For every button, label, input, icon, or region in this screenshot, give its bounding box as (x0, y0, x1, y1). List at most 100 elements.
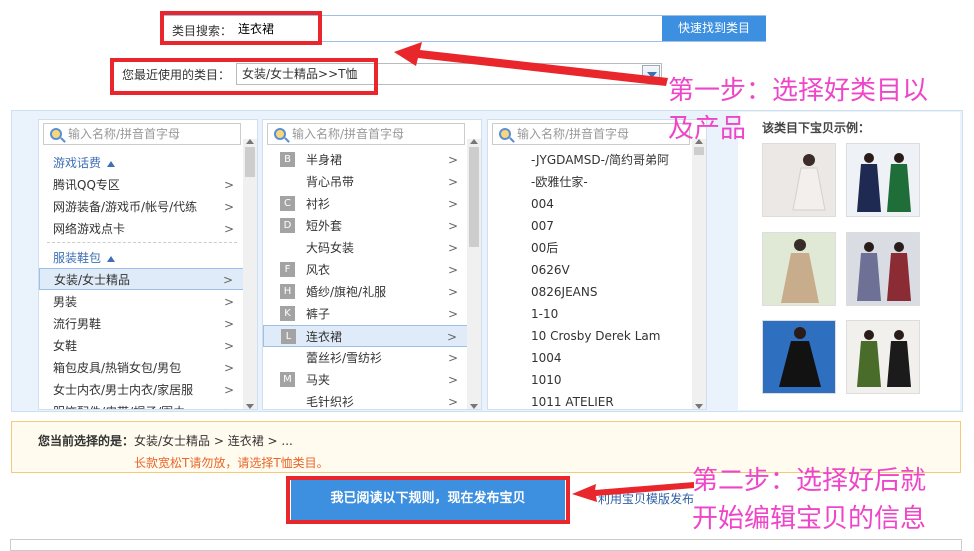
dress-figure-icon (763, 144, 835, 216)
chevron-right-icon: > (447, 373, 458, 387)
selection-warning: 长款宽松T请勿放，请选择T恤类目。 (134, 456, 329, 470)
scrollbar[interactable] (467, 139, 481, 409)
search-icon (274, 128, 286, 140)
example-thumbnail[interactable] (762, 143, 836, 217)
chevron-right-icon: > (223, 339, 234, 353)
list-item[interactable]: M 马夹 > (263, 369, 468, 391)
scroll-down-icon[interactable] (695, 404, 703, 409)
list-item[interactable]: -JYGDAMSD-/简约哥弟阿 (488, 149, 693, 171)
dress-figure-icon (847, 321, 919, 393)
list-item[interactable]: 1004 (488, 347, 693, 369)
list-item[interactable]: C 衬衫 > (263, 193, 468, 215)
chevron-right-icon: > (447, 153, 458, 167)
list-item[interactable]: H 婚纱/旗袍/礼服 > (263, 281, 468, 303)
category-column-1: 输入名称/拼音首字母 游戏话费 腾讯QQ专区 > 网游装备/游戏币/帐号/代练 > … (38, 119, 258, 410)
list-item[interactable]: 大码女装 > (263, 237, 468, 259)
example-thumbnail[interactable] (846, 320, 920, 394)
list-item[interactable]: 网络游戏点卡 > (39, 218, 244, 240)
list-item[interactable]: 男装 > (39, 291, 244, 313)
letter-badge: C (280, 196, 295, 211)
chevron-right-icon: > (447, 219, 458, 233)
letter-badge: F (280, 262, 295, 277)
group-header-apparel[interactable]: 服装鞋包 (53, 247, 116, 269)
scroll-up-icon[interactable] (246, 139, 254, 144)
letter-badge: L (281, 329, 296, 344)
list-item[interactable]: 0626V (488, 259, 693, 281)
list-item[interactable]: 女鞋 > (39, 335, 244, 357)
list-item[interactable]: 1-10 (488, 303, 693, 325)
scrollbar[interactable] (692, 139, 706, 409)
example-thumbnail[interactable] (762, 320, 836, 394)
list-item[interactable]: F 风衣 > (263, 259, 468, 281)
example-thumbnail[interactable] (762, 232, 836, 306)
chevron-right-icon: > (447, 241, 458, 255)
list-item[interactable]: 00后 (488, 237, 693, 259)
group-header-games[interactable]: 游戏话费 (53, 152, 116, 174)
list-item[interactable]: B 半身裙 > (263, 149, 468, 171)
dress-figure-icon (763, 233, 835, 305)
highlight-box-publish (286, 476, 570, 524)
scroll-down-icon[interactable] (246, 404, 254, 409)
list-item[interactable]: 毛针织衫 > (263, 391, 468, 409)
quick-find-category-button[interactable]: 快速找到类目 (662, 16, 766, 41)
highlight-box-search (160, 11, 322, 45)
scrollbar[interactable] (243, 139, 257, 409)
list-item-selected[interactable]: 女装/女士精品 > (39, 268, 244, 290)
scroll-down-icon[interactable] (470, 404, 478, 409)
letter-badge: D (280, 218, 295, 233)
collapse-icon (107, 255, 116, 262)
list-item-selected[interactable]: L 连衣裙 > (263, 325, 468, 347)
list-item[interactable]: K 裤子 > (263, 303, 468, 325)
letter-badge: K (280, 306, 295, 321)
scroll-thumb[interactable] (694, 147, 704, 155)
list-item[interactable]: 1010 (488, 369, 693, 391)
list-item[interactable]: 流行男鞋 > (39, 313, 244, 335)
list-item[interactable]: 10 Crosby Derek Lam (488, 325, 693, 347)
chevron-right-icon: > (223, 200, 234, 214)
highlight-box-recent (110, 58, 378, 95)
chevron-right-icon: > (222, 273, 233, 287)
scroll-thumb[interactable] (245, 147, 255, 177)
category-column-2: 输入名称/拼音首字母 B 半身裙 > 背心吊带 > C 衬衫 > D 短外套 > 大码女装 > … (262, 119, 482, 410)
list-item[interactable]: 蕾丝衫/雪纺衫 > (263, 347, 468, 369)
example-thumbnail[interactable] (846, 143, 920, 217)
scroll-up-icon[interactable] (470, 139, 478, 144)
annotation-step-2: 第二步：选择好后就 开始编辑宝贝的信息 (692, 466, 927, 534)
list-item[interactable]: 腾讯QQ专区 > (39, 174, 244, 196)
dress-figure-icon (763, 321, 835, 393)
chevron-right-icon: > (223, 295, 234, 309)
list-item[interactable]: 004 (488, 193, 693, 215)
chevron-right-icon: > (223, 222, 234, 236)
list-item[interactable]: 0826JEANS (488, 281, 693, 303)
chevron-right-icon: > (447, 175, 458, 189)
list-item[interactable]: -欧雅仕家- (488, 171, 693, 193)
scroll-thumb[interactable] (469, 147, 479, 247)
chevron-right-icon: > (447, 285, 458, 299)
example-thumbnail[interactable] (846, 232, 920, 306)
chevron-right-icon: > (223, 178, 234, 192)
list-item[interactable]: D 短外套 > (263, 215, 468, 237)
divider (47, 242, 237, 243)
list-item[interactable]: 1011 ATELIER (488, 391, 693, 409)
chevron-right-icon: > (223, 383, 234, 397)
chevron-right-icon: > (447, 307, 458, 321)
list-item[interactable]: 服饰配件/皮带/帽子/围巾> (39, 401, 244, 409)
letter-badge: M (280, 372, 295, 387)
chevron-right-icon: > (447, 351, 458, 365)
search-icon (50, 128, 62, 140)
list-item[interactable]: 箱包皮具/热销女包/男包 > (39, 357, 244, 379)
chevron-right-icon: > (223, 317, 234, 331)
list-item[interactable]: 007 (488, 215, 693, 237)
current-selection-path: 女装/女士精品 > 连衣裙 > ... (134, 434, 293, 448)
letter-badge: B (280, 152, 295, 167)
list-item[interactable]: 背心吊带 > (263, 171, 468, 193)
current-selection-label: 您当前选择的是： (38, 434, 135, 448)
list-item[interactable]: 女士内衣/男士内衣/家居服 > (39, 379, 244, 401)
chevron-right-icon: > (446, 330, 457, 344)
column-1-search-input[interactable]: 输入名称/拼音首字母 (43, 123, 241, 145)
chevron-right-icon: > (224, 401, 234, 409)
list-item[interactable]: 网游装备/游戏币/帐号/代练 > (39, 196, 244, 218)
column-3-search-input[interactable]: 输入名称/拼音首字母 (492, 123, 690, 145)
column-2-search-input[interactable]: 输入名称/拼音首字母 (267, 123, 465, 145)
category-column-3: 输入名称/拼音首字母 -JYGDAMSD-/简约哥弟阿 -欧雅仕家- 004 0… (487, 119, 707, 410)
